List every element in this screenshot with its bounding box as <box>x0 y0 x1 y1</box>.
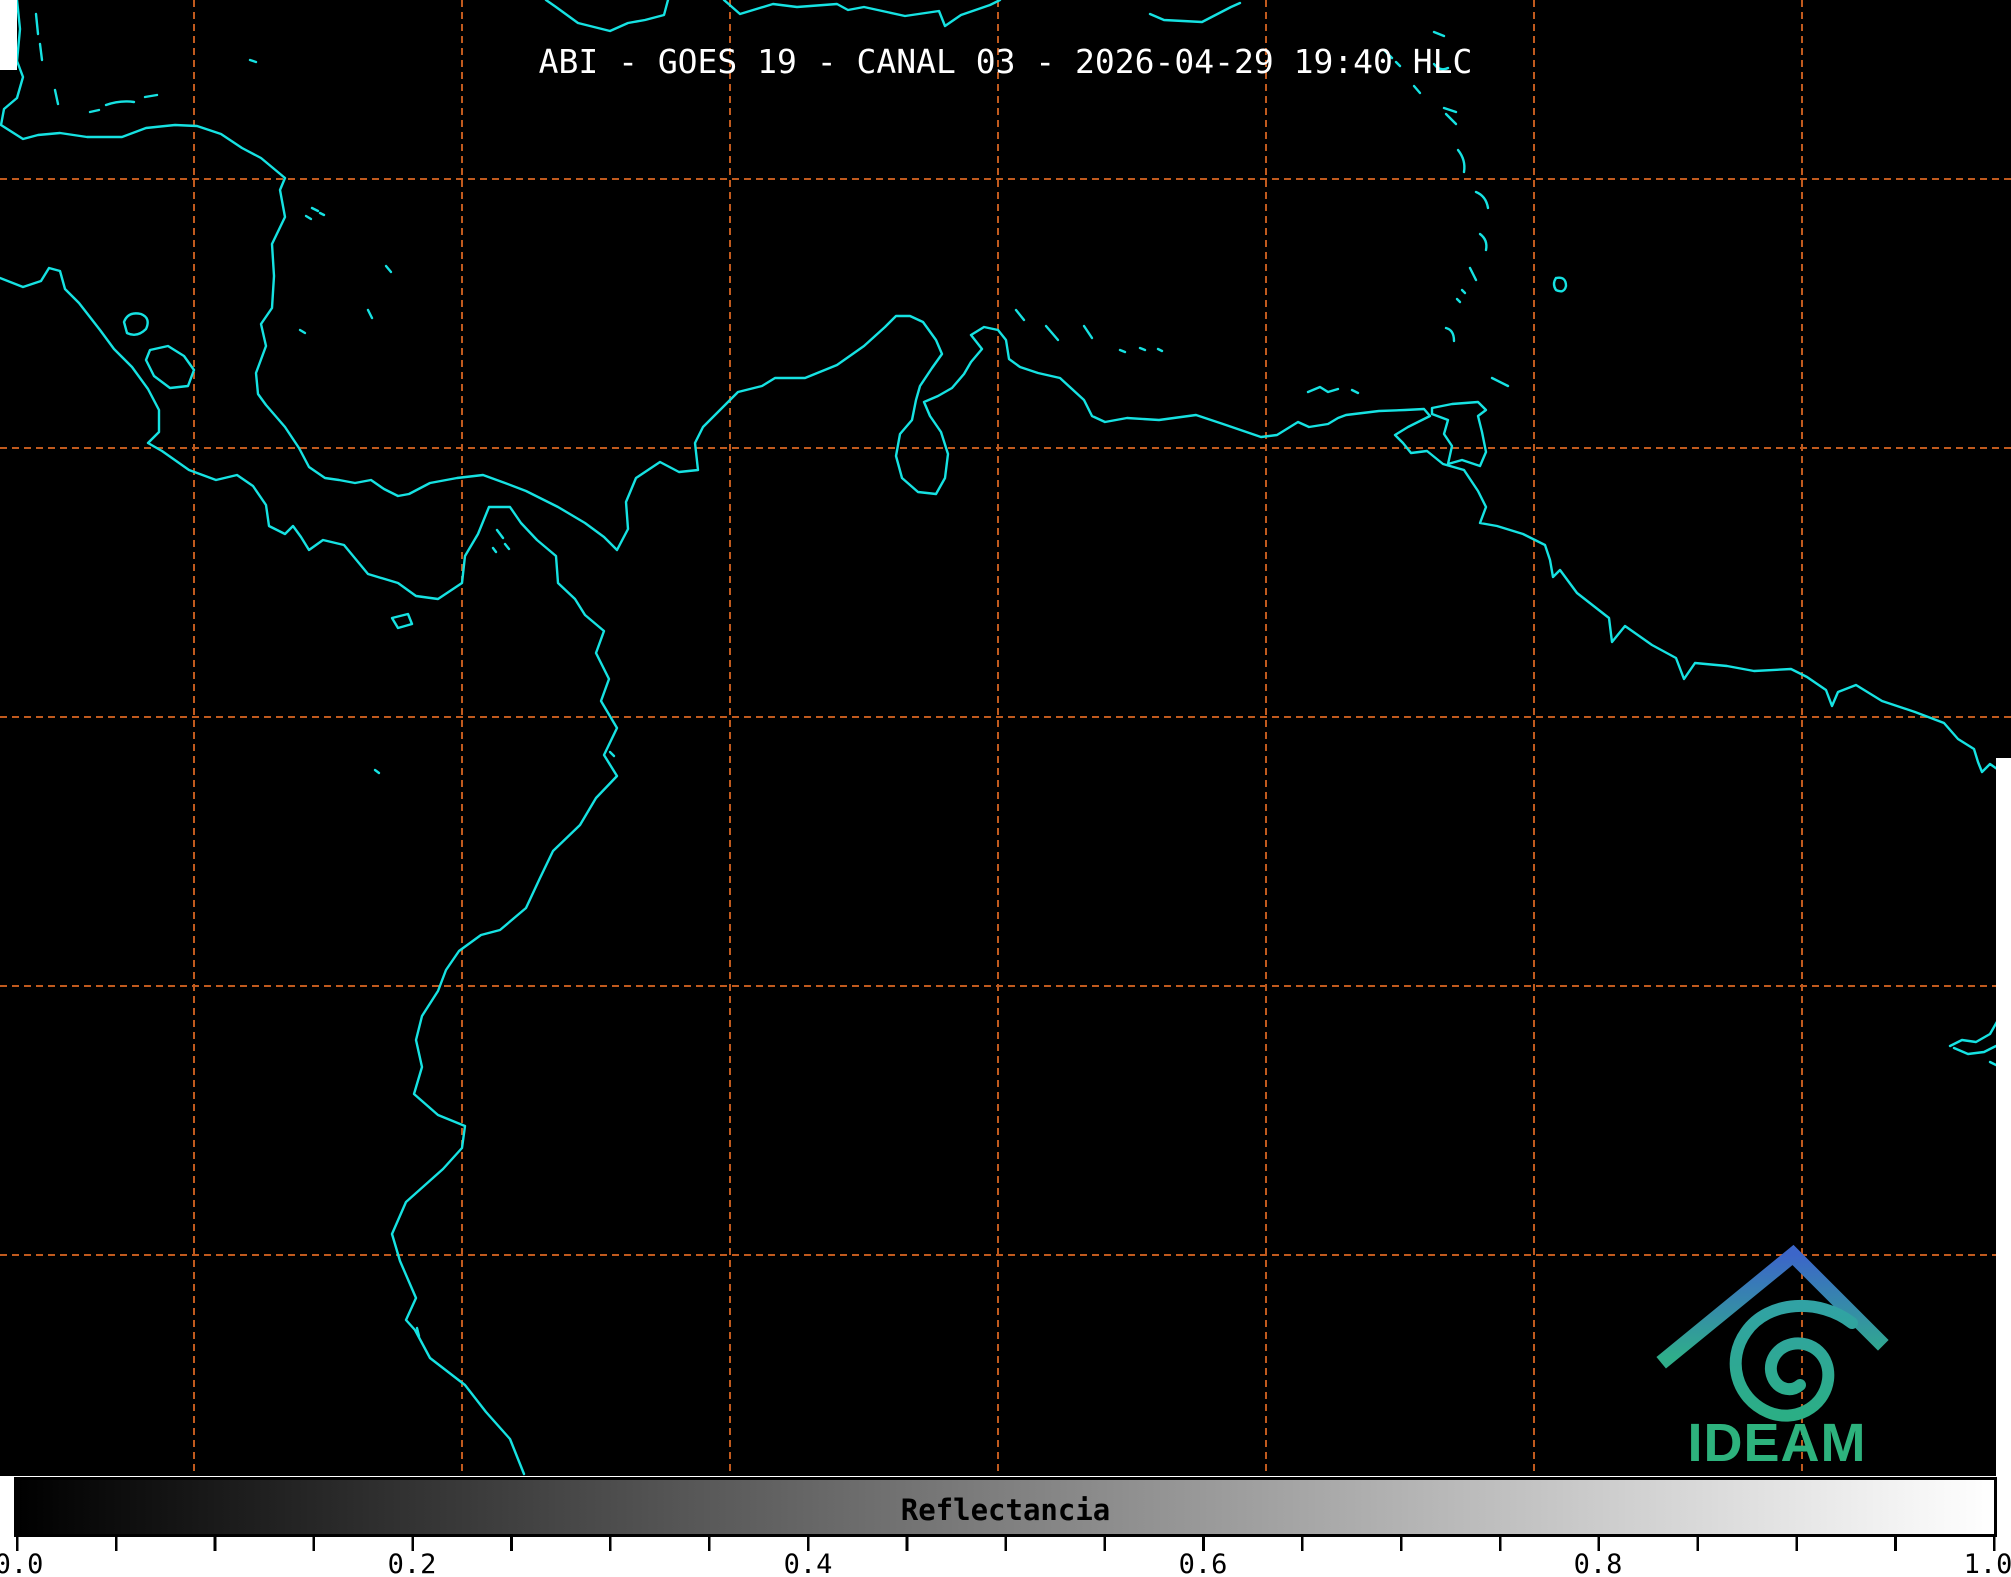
ideam-logo: IDEAM <box>1656 1244 1889 1473</box>
scene-edge-right <box>1996 758 2011 1476</box>
logo-text: IDEAM <box>1688 1413 1867 1473</box>
tick-label-0-4: 0.4 <box>783 1549 833 1577</box>
tick-label-0-6: 0.6 <box>1178 1549 1228 1577</box>
tick-label-0-2: 0.2 <box>387 1549 437 1577</box>
logo-hurricane-spiral-icon <box>1729 1300 1858 1422</box>
satellite-product-view: ABI - GOES 19 - CANAL 03 - 2026-04-29 19… <box>0 0 2011 1577</box>
colorbar-label: Reflectancia <box>900 1493 1111 1527</box>
tick-label-1-0: 1.0 <box>1963 1549 2011 1577</box>
product-title: ABI - GOES 19 - CANAL 03 - 2026-04-29 19… <box>538 42 1473 81</box>
colorbar-frame: Reflectancia <box>14 1477 1997 1537</box>
colorbar-tick-labels: 0.0 0.2 0.4 0.6 0.8 1.0 <box>0 1549 2011 1577</box>
tick-label-0: 0.0 <box>0 1549 44 1577</box>
tick-label-0-8: 0.8 <box>1573 1549 1623 1577</box>
colorbar-band: Reflectancia 0.0 0.2 0.4 0.6 0.8 1.0 <box>0 1476 2011 1577</box>
